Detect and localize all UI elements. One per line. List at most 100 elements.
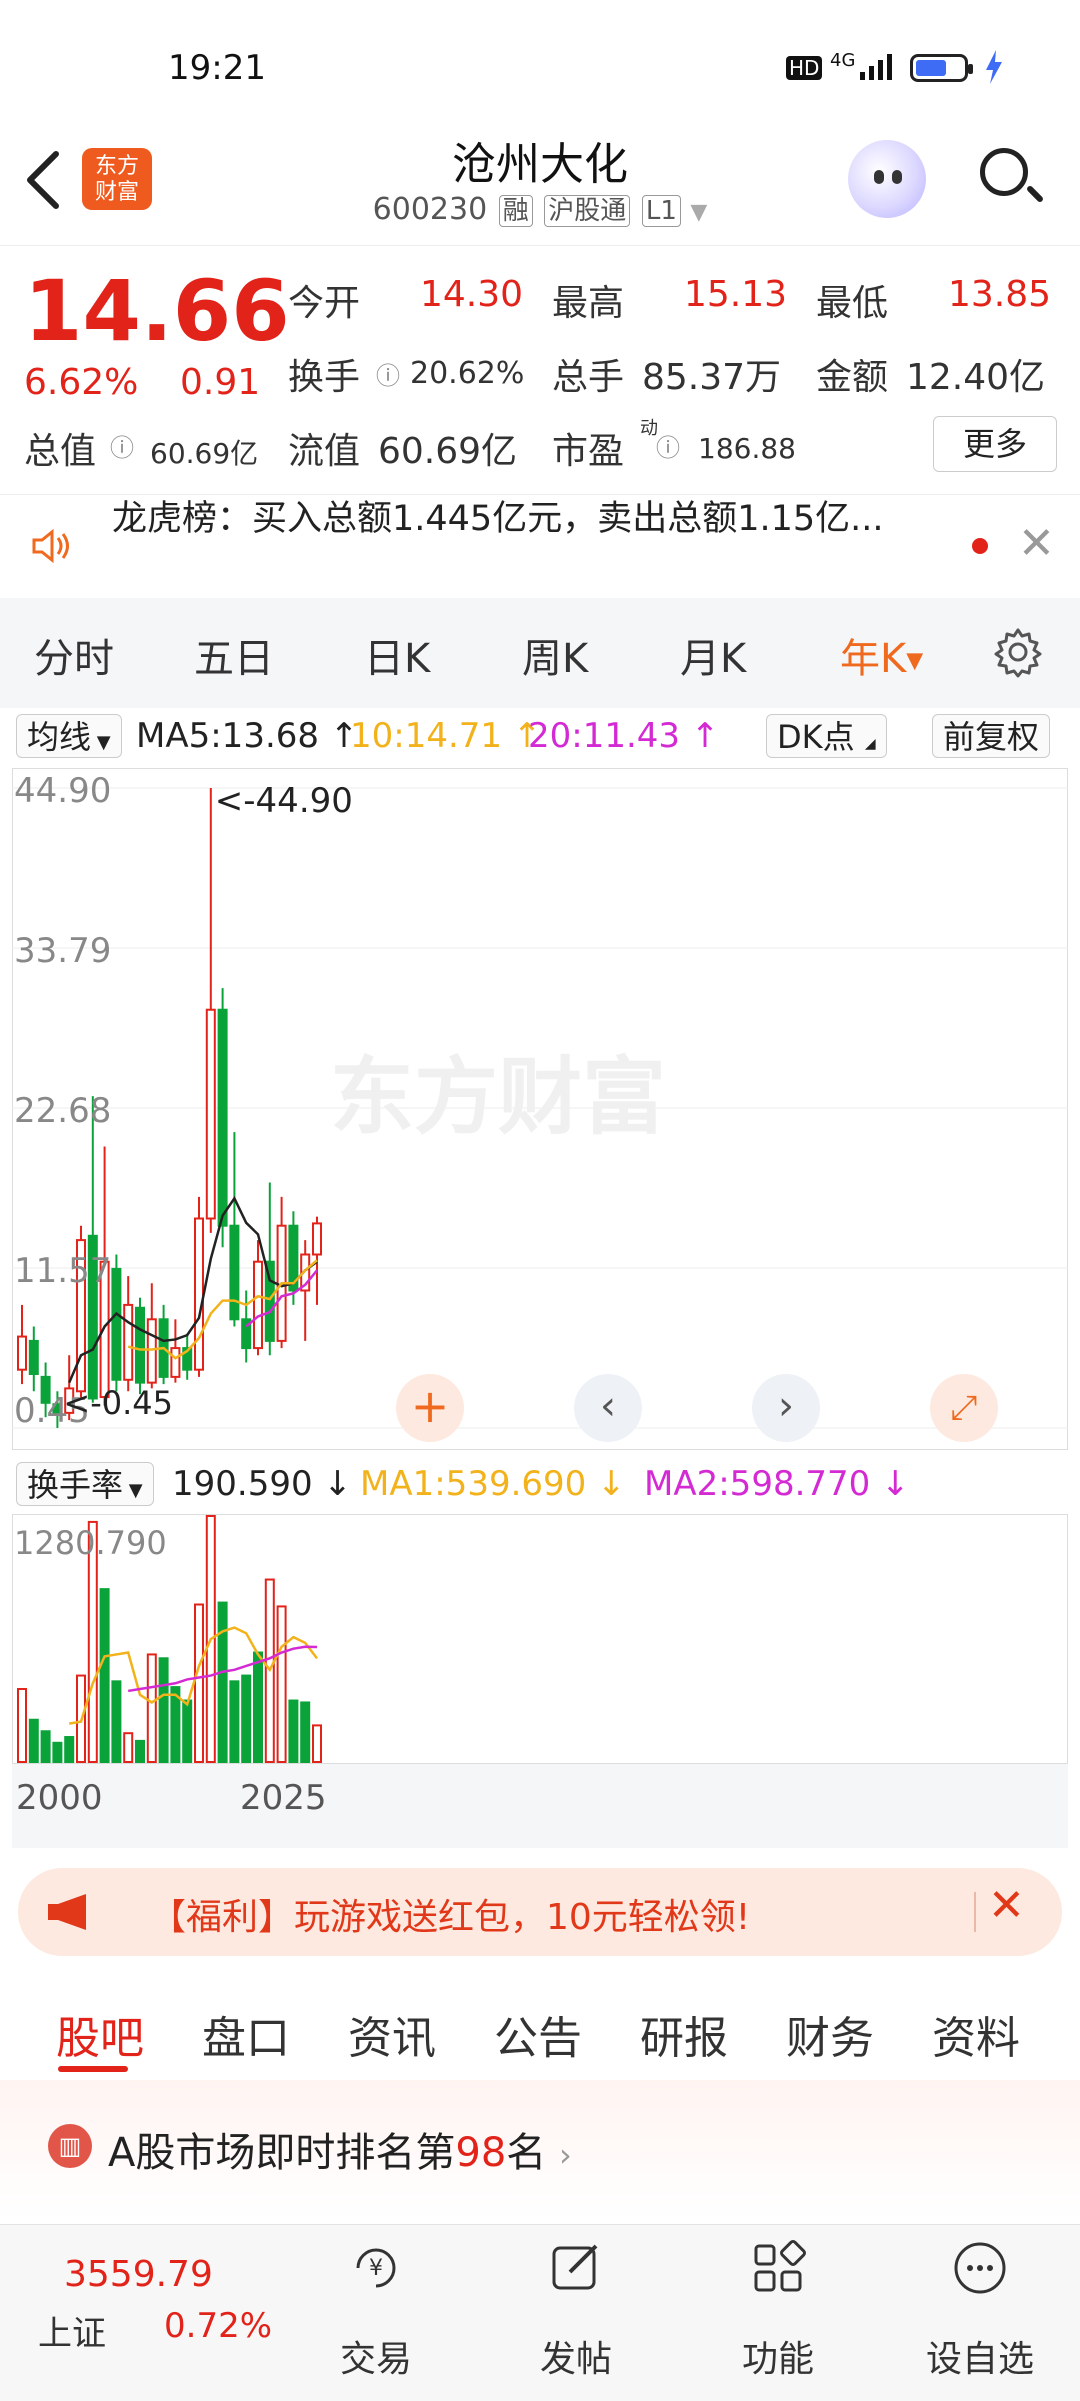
float-label: 流值: [288, 431, 361, 472]
assistant-robot-icon[interactable]: [848, 140, 926, 218]
pe-value: 186.88: [698, 432, 796, 465]
expand-icon[interactable]: ⤢: [930, 1374, 998, 1442]
functions-button[interactable]: 功能: [708, 2330, 848, 2382]
caret-down-icon[interactable]: ▼: [690, 200, 707, 225]
megaphone-icon: [48, 1894, 86, 1930]
volume-value: 85.37万: [642, 357, 782, 398]
turnover-bar: [17, 1688, 27, 1763]
y-tick-label: 22.68: [14, 1091, 111, 1131]
grid-icon[interactable]: [748, 2238, 808, 2298]
adjust-button[interactable]: 前复权: [932, 714, 1051, 758]
candle-body: [28, 1339, 39, 1376]
zoom-in-button[interactable]: +: [396, 1374, 464, 1442]
dk-label: DK点: [777, 718, 855, 756]
candle-body: [170, 1347, 181, 1378]
speaker-icon: [32, 528, 69, 564]
info-icon[interactable]: ⓘ: [656, 428, 680, 463]
turnover-bar: [229, 1680, 240, 1763]
candle-body: [253, 1260, 263, 1350]
tab-forum[interactable]: 股吧: [56, 2002, 144, 2066]
turnover-ma2-text: MA2:598.770: [644, 1464, 871, 1504]
corner-icon: ◢: [864, 736, 876, 752]
tab-monthly-k[interactable]: 月K: [680, 626, 746, 684]
rank-text[interactable]: A股市场即时排名第98名 ›: [108, 2120, 572, 2178]
news-text[interactable]: 龙虎榜：买入总额1.445亿元，卖出总额1.15亿...: [112, 490, 884, 541]
index-value[interactable]: 3559.79: [64, 2254, 213, 2295]
tab-research[interactable]: 研报: [640, 2002, 728, 2066]
y-tick-label: 11.57: [14, 1251, 111, 1291]
chevron-left-icon[interactable]: ‹: [574, 1374, 642, 1442]
tab-intraday[interactable]: 分时: [34, 626, 114, 684]
index-change[interactable]: 0.72%: [164, 2306, 272, 2346]
high-label: 最高: [552, 283, 625, 324]
ma10-text: 10:14.71: [350, 716, 503, 756]
low-value: 13.85: [948, 274, 1052, 315]
caret-down-icon: ▼: [91, 732, 111, 753]
add-watchlist-button[interactable]: 设自选: [910, 2330, 1050, 2382]
current-price: 14.66: [24, 262, 290, 360]
more-button[interactable]: 更多: [933, 416, 1057, 472]
info-icon[interactable]: ⓘ: [110, 428, 134, 463]
gear-icon[interactable]: [992, 626, 1044, 678]
open-label: 今开: [288, 283, 361, 324]
turnover-bar: [64, 1736, 75, 1763]
ma-select[interactable]: 均线 ▼: [16, 714, 122, 758]
trade-button[interactable]: 交易: [306, 2330, 446, 2382]
post-button[interactable]: 发帖: [506, 2330, 646, 2382]
tab-announcements[interactable]: 公告: [494, 2002, 582, 2066]
turnover-rate-text: 190.590: [172, 1464, 313, 1504]
mktcap-value: 60.69亿: [150, 437, 259, 470]
turnover-bar: [135, 1739, 145, 1764]
tag-level: L1: [641, 195, 681, 227]
chevron-right-icon: ›: [559, 2136, 572, 2174]
search-icon[interactable]: [980, 148, 1028, 196]
tab-profile[interactable]: 资料: [932, 2002, 1020, 2066]
tab-yearly-k[interactable]: 年K▼: [840, 626, 923, 684]
x-axis-start: 2000: [16, 1778, 103, 1818]
more-dots-icon[interactable]: [950, 2238, 1010, 2298]
close-icon[interactable]: ✕: [1018, 518, 1055, 569]
float-value: 60.69亿: [378, 431, 518, 472]
tab-daily-k[interactable]: 日K: [364, 626, 430, 684]
chevron-right-icon[interactable]: ›: [752, 1374, 820, 1442]
index-name[interactable]: 上证: [38, 2306, 106, 2355]
turnover-chart[interactable]: 1280.790: [12, 1514, 1068, 1764]
tab-weekly-k[interactable]: 周K: [522, 626, 588, 684]
candle-body: [135, 1306, 145, 1384]
close-icon[interactable]: ✕: [988, 1880, 1025, 1931]
ma-select-label: 均线: [27, 718, 92, 756]
y-tick-label: 33.79: [14, 931, 111, 971]
turnover-y-tick: 1280.790: [14, 1524, 167, 1562]
promo-text[interactable]: 【福利】玩游戏送红包，10元轻松领!: [150, 1888, 750, 1940]
divider: [974, 1892, 976, 1932]
max-annotation: <-44.90: [215, 781, 353, 821]
turnover-bar: [217, 1601, 228, 1763]
tab-finance[interactable]: 财务: [786, 2002, 874, 2066]
turnover-bar: [146, 1653, 157, 1764]
tab-five-day[interactable]: 五日: [194, 626, 274, 684]
candle-body: [111, 1267, 122, 1381]
tab-orderbook[interactable]: 盘口: [202, 2002, 290, 2066]
tag-margin: 融: [498, 195, 533, 227]
ma20-text: 20:11.43: [528, 716, 681, 756]
high-value: 15.13: [684, 274, 788, 315]
change-amount: 0.91: [180, 362, 261, 403]
turnover-bar: [288, 1699, 299, 1763]
tab-yearly-k-label: 年K: [840, 636, 907, 682]
candle-body: [17, 1335, 27, 1371]
active-tab-indicator: [58, 2066, 128, 2072]
ma5-value: MA5:13.68 ↑: [136, 716, 359, 756]
yuan-exchange-icon[interactable]: ¥: [346, 2238, 406, 2298]
candle-body: [146, 1318, 157, 1384]
battery-icon: [910, 54, 973, 82]
stock-code: 600230: [372, 192, 488, 227]
ma5-text: MA5:13.68: [136, 716, 320, 756]
change-percent: 6.62%: [24, 362, 139, 403]
info-icon[interactable]: ⓘ: [376, 356, 400, 391]
turnover-ma1-value: MA1:539.690 ↓: [360, 1464, 626, 1504]
dk-point-button[interactable]: DK点 ◢: [766, 714, 887, 758]
edit-icon[interactable]: [546, 2238, 606, 2298]
tab-news[interactable]: 资讯: [348, 2002, 436, 2066]
turnover-bar: [182, 1699, 193, 1763]
indicator-select[interactable]: 换手率 ▼: [16, 1462, 154, 1506]
